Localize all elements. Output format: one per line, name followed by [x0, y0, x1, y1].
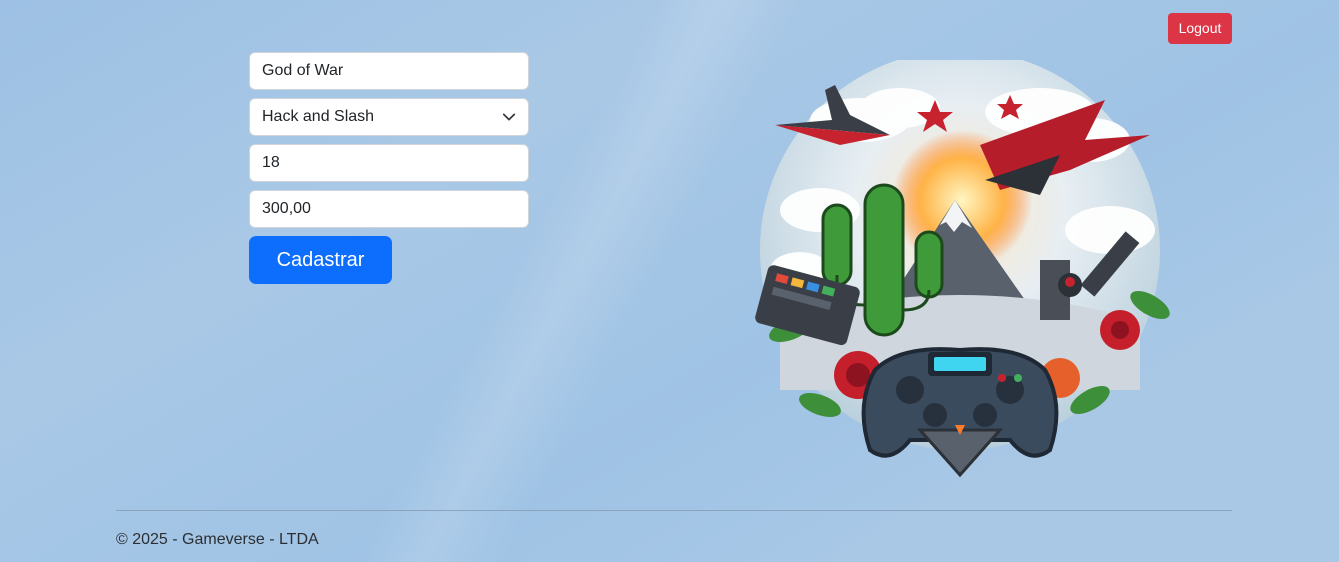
game-name-value: God of War — [262, 62, 344, 79]
logout-button[interactable]: Logout — [1168, 13, 1232, 44]
gaming-collage-illustration — [755, 60, 1170, 478]
age-rating-input[interactable]: 18 — [249, 144, 529, 182]
price-value: 300,00 — [262, 200, 311, 217]
price-input[interactable]: 300,00 — [249, 190, 529, 228]
genre-selected-value: Hack and Slash — [262, 108, 375, 125]
game-registration-form: God of War Hack and Slash 18 300,00 Cada… — [249, 52, 529, 284]
game-name-input[interactable]: God of War — [249, 52, 529, 90]
footer-divider — [116, 510, 1232, 511]
footer-copyright: © 2025 - Gameverse - LTDA — [116, 531, 319, 548]
genre-select[interactable]: Hack and Slash — [249, 98, 529, 136]
chevron-down-icon — [502, 113, 516, 121]
register-button[interactable]: Cadastrar — [249, 236, 392, 284]
age-rating-value: 18 — [262, 154, 280, 171]
